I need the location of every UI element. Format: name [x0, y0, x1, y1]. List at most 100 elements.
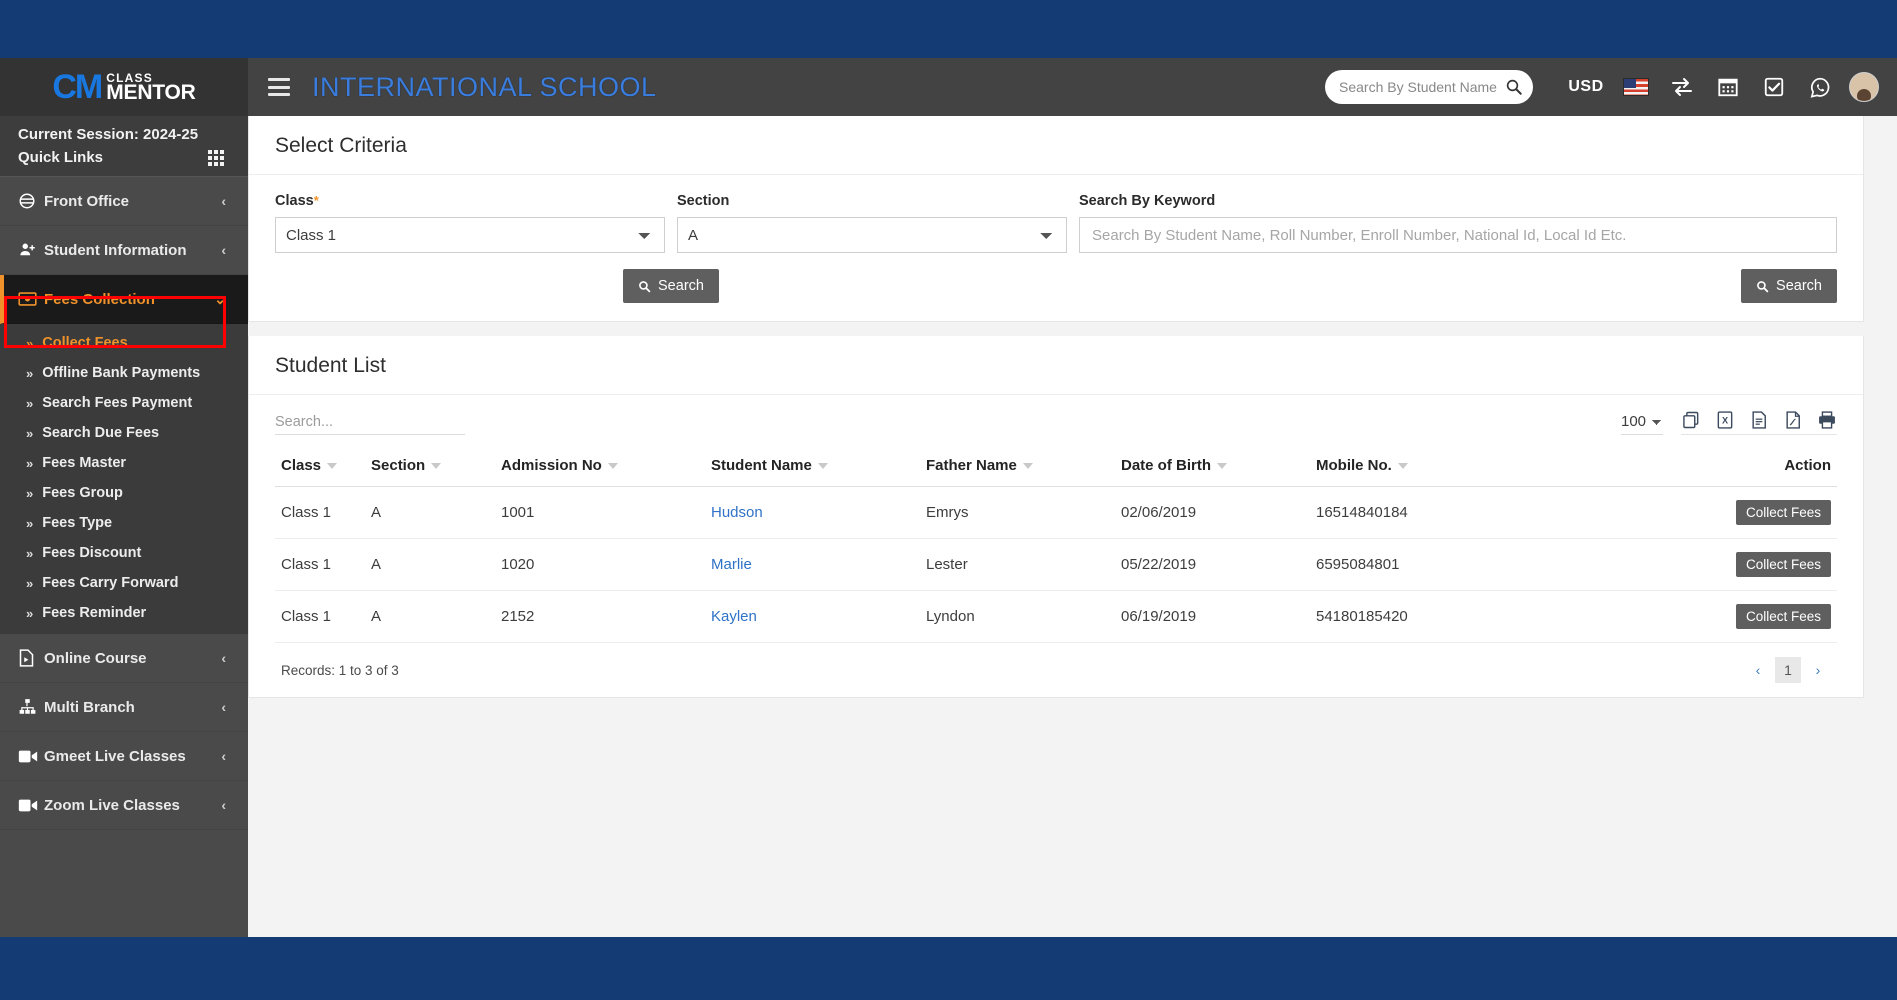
- sidebar-subitem-search-due-fees[interactable]: » Search Due Fees: [0, 418, 248, 448]
- student-list-toolbar: 100 X: [275, 409, 1837, 435]
- csv-icon[interactable]: [1749, 410, 1769, 430]
- column-header-section[interactable]: Section: [365, 449, 495, 487]
- student-list-panel: Student List 100: [248, 336, 1864, 698]
- sidebar-item-zoom-live-classes[interactable]: Zoom Live Classes ‹: [0, 781, 248, 830]
- sidebar-subitem-fees-carry-forward[interactable]: » Fees Carry Forward: [0, 568, 248, 598]
- cell-action: Collect Fees: [1569, 486, 1837, 539]
- column-label: Mobile No.: [1316, 457, 1392, 474]
- cell-student-name[interactable]: Kaylen: [705, 590, 920, 643]
- cell-mobile-no: 54180185420: [1310, 590, 1570, 643]
- sidebar: Current Session: 2024-25 Quick Links Fro…: [0, 116, 248, 937]
- whatsapp-icon[interactable]: [1797, 67, 1843, 107]
- sort-icon: [431, 463, 442, 470]
- calendar-icon[interactable]: [1705, 67, 1751, 107]
- student-name-link[interactable]: Marlie: [711, 556, 752, 573]
- cell-date-of-birth: 05/22/2019: [1115, 538, 1310, 591]
- sidebar-toggle-icon[interactable]: [268, 78, 290, 96]
- sort-icon: [1217, 463, 1227, 470]
- sidebar-subitem-fees-master[interactable]: » Fees Master: [0, 448, 248, 478]
- cell-action: Collect Fees: [1569, 590, 1837, 643]
- section-select[interactable]: A: [677, 217, 1067, 253]
- cell-mobile-no: 6595084801: [1310, 538, 1570, 591]
- sidebar-item-student-information[interactable]: Student Information ‹: [0, 226, 248, 275]
- cell-student-name[interactable]: Marlie: [705, 538, 920, 591]
- sidebar-subitem-offline-bank-payments[interactable]: » Offline Bank Payments: [0, 358, 248, 388]
- class-select[interactable]: Class 1: [275, 217, 665, 253]
- double-chevron-icon: »: [26, 365, 34, 381]
- pagination-page-1[interactable]: 1: [1775, 657, 1801, 683]
- sidebar-subitem-search-fees-payment[interactable]: » Search Fees Payment: [0, 388, 248, 418]
- collect-fees-button[interactable]: Collect Fees: [1735, 500, 1831, 525]
- search-button[interactable]: Search: [623, 269, 719, 303]
- collect-fees-button[interactable]: Collect Fees: [1735, 604, 1831, 629]
- search-button-keyword[interactable]: Search: [1741, 269, 1837, 303]
- pdf-icon[interactable]: [1783, 410, 1803, 430]
- cell-date-of-birth: 02/06/2019: [1115, 486, 1310, 539]
- quick-links-row[interactable]: Quick Links: [18, 149, 248, 166]
- student-table-head: Class Section Admission No Student Name …: [275, 449, 1837, 487]
- sidebar-subitem-label: Collect Fees: [42, 335, 128, 351]
- sidebar-item-online-course[interactable]: Online Course ‹: [0, 634, 248, 683]
- pagination-prev[interactable]: ‹: [1745, 657, 1771, 683]
- currency-label[interactable]: USD: [1559, 67, 1613, 107]
- sort-icon: [1022, 463, 1033, 470]
- search-icon: [1757, 280, 1769, 292]
- student-name-link[interactable]: Kaylen: [711, 608, 757, 625]
- avatar[interactable]: [1849, 72, 1879, 102]
- search-icon[interactable]: [1505, 78, 1523, 96]
- current-session-label: Current Session: 2024-25: [18, 126, 199, 143]
- double-chevron-icon: »: [26, 515, 34, 531]
- table-search-input[interactable]: [275, 409, 465, 435]
- column-header-student-name[interactable]: Student Name: [705, 449, 920, 487]
- sidebar-item-label: Student Information: [44, 241, 187, 259]
- pagination-next[interactable]: ›: [1805, 657, 1831, 683]
- sidebar-subitem-label: Fees Master: [42, 455, 127, 471]
- copy-icon[interactable]: [1681, 410, 1701, 430]
- column-header-admission-no[interactable]: Admission No: [495, 449, 705, 487]
- sidebar-item-front-office[interactable]: Front Office ‹: [0, 177, 248, 226]
- export-buttons: X: [1681, 410, 1837, 435]
- keyword-input[interactable]: [1079, 217, 1837, 253]
- sidebar-subitem-fees-type[interactable]: » Fees Type: [0, 508, 248, 538]
- column-header-father-name[interactable]: Father Name: [920, 449, 1115, 487]
- logo-mark-icon: CM: [52, 68, 103, 106]
- sidebar-subitem-fees-reminder[interactable]: » Fees Reminder: [0, 598, 248, 628]
- grid-icon[interactable]: [208, 149, 224, 166]
- page-length-select[interactable]: 100: [1621, 409, 1663, 435]
- sort-icon: [327, 463, 338, 470]
- checkbox-icon[interactable]: [1751, 67, 1797, 107]
- double-chevron-icon: »: [26, 485, 34, 501]
- quick-links-label: Quick Links: [18, 149, 104, 166]
- student-name-link[interactable]: Hudson: [711, 504, 763, 521]
- print-icon[interactable]: [1817, 410, 1837, 430]
- column-header-class[interactable]: Class: [275, 449, 365, 487]
- column-header-mobile-no[interactable]: Mobile No.: [1310, 449, 1570, 487]
- records-count: Records: 1 to 3 of 3: [281, 662, 399, 678]
- cell-student-name[interactable]: Hudson: [705, 486, 920, 539]
- video-icon: [18, 749, 44, 764]
- excel-icon[interactable]: X: [1715, 410, 1735, 430]
- column-label: Action: [1784, 457, 1831, 474]
- sidebar-item-gmeet-live-classes[interactable]: Gmeet Live Classes ‹: [0, 732, 248, 781]
- brand-logo[interactable]: CM CLASS MENTOR: [0, 58, 248, 116]
- top-blue-band: [0, 0, 1897, 58]
- sidebar-item-fees-collection[interactable]: Fees Collection ⌄: [0, 275, 248, 324]
- sidebar-subitem-label: Search Fees Payment: [42, 395, 193, 411]
- sidebar-subitem-label: Offline Bank Payments: [42, 365, 201, 381]
- transfer-icon[interactable]: [1659, 67, 1705, 107]
- us-flag-icon[interactable]: [1613, 67, 1659, 107]
- chevron-left-icon: ‹: [221, 748, 226, 764]
- sidebar-item-multi-branch[interactable]: Multi Branch ‹: [0, 683, 248, 732]
- header-search[interactable]: [1325, 70, 1533, 104]
- sidebar-subitem-fees-group[interactable]: » Fees Group: [0, 478, 248, 508]
- chevron-left-icon: ‹: [221, 650, 226, 666]
- collect-fees-button[interactable]: Collect Fees: [1735, 552, 1831, 577]
- sidebar-subitem-label: Search Due Fees: [42, 425, 160, 441]
- double-chevron-icon: »: [26, 575, 34, 591]
- search-input[interactable]: [1339, 79, 1505, 95]
- sidebar-subitem-fees-discount[interactable]: » Fees Discount: [0, 538, 248, 568]
- chevron-left-icon: ‹: [221, 699, 226, 715]
- column-label: Section: [371, 457, 426, 474]
- column-header-date-of-birth[interactable]: Date of Birth: [1115, 449, 1310, 487]
- sidebar-subitem-collect-fees[interactable]: » Collect Fees: [0, 328, 248, 358]
